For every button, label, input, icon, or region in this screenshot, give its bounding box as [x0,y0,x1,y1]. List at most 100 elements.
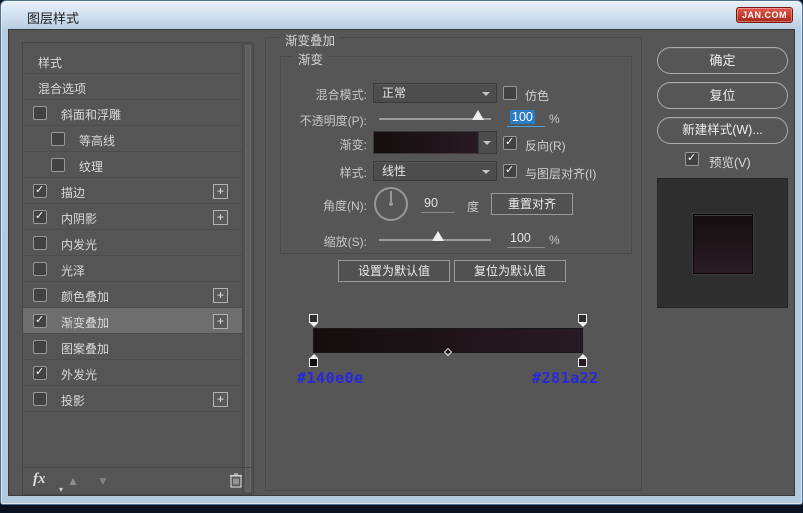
add-effect-plus-button[interactable]: + [213,392,228,407]
add-effect-plus-button[interactable]: + [213,184,228,199]
make-default-button[interactable]: 设置为默认值 [338,260,450,282]
check-icon: ✓ [35,183,44,196]
slider-thumb[interactable] [472,110,484,120]
checkbox-unchecked[interactable] [51,132,65,146]
gradient-dropdown-arrow[interactable] [478,132,496,153]
gradient-preview-bar[interactable] [313,328,583,353]
sidebar-item-inner-glow[interactable]: 内发光 [23,230,253,256]
sidebar-item-satin[interactable]: 光泽 [23,256,253,282]
add-effect-plus-button[interactable]: + [213,288,228,303]
sidebar-item-color-overlay[interactable]: 颜色叠加 + [23,282,253,308]
sidebar-item-drop-shadow[interactable]: 投影 + [23,386,253,412]
opacity-row: 不透明度(P): 100 % [281,110,631,130]
blend-mode-label: 混合模式: [281,86,367,103]
scale-value-field[interactable]: 100 [507,231,545,248]
opacity-value-field[interactable]: 100 [507,110,545,127]
gradient-label: 渐变: [281,136,367,153]
scale-row: 缩放(S): 100 % [281,231,631,251]
checkbox-checked[interactable]: ✓ [33,314,47,328]
gradient-row: 渐变: ✓ 反向(R) [281,131,631,157]
checkbox-unchecked[interactable] [33,236,47,250]
checkbox-unchecked[interactable] [33,288,47,302]
cancel-button[interactable]: 复位 [657,82,788,109]
sidebar-item-blending-options[interactable]: 混合选项 [23,74,253,100]
checkbox-unchecked[interactable] [33,340,47,354]
screenshot-root: 图层样式 JAN.COM 样式 混合选项 斜面和浮雕 [0,0,803,513]
sidebar-item-label: 颜色叠加 [61,288,109,305]
blend-mode-row: 混合模式: 正常 仿色 [281,83,631,105]
gradient-swatch[interactable] [374,132,478,153]
color-stop-right[interactable] [577,354,588,367]
sidebar-item-label: 投影 [61,392,85,409]
dialog-title: 图层样式 [27,8,79,27]
checkbox-unchecked[interactable] [33,106,47,120]
scale-unit: % [549,233,560,247]
dither-checkbox[interactable] [503,86,517,100]
gradient-midpoint-marker[interactable] [444,348,452,356]
angle-label: 角度(N): [281,197,367,214]
align-with-layer-checkbox[interactable]: ✓ [503,164,517,178]
section-title: 渐变叠加 [280,30,340,49]
sidebar-item-bevel-emboss[interactable]: 斜面和浮雕 [23,100,253,126]
style-preview-swatch [693,214,753,274]
checkbox-unchecked[interactable] [51,158,65,172]
title-bar[interactable]: 图层样式 JAN.COM [1,1,802,29]
gradient-picker[interactable] [373,131,497,154]
sidebar-item-outer-glow[interactable]: ✓ 外发光 [23,360,253,386]
styles-list: 样式 混合选项 斜面和浮雕 等高线 纹理 [23,43,253,467]
check-icon: ✓ [505,163,514,176]
sidebar-item-texture[interactable]: 纹理 [23,152,253,178]
gradient-start-hex: #140e0e [297,369,364,387]
angle-dial[interactable] [374,187,408,221]
opacity-stop-left[interactable] [308,314,319,327]
checkbox-unchecked[interactable] [33,262,47,276]
delete-effect-button[interactable] [229,472,243,493]
style-value: 线性 [382,164,406,178]
check-icon: ✓ [505,135,514,148]
reverse-checkbox[interactable]: ✓ [503,136,517,150]
trash-icon [229,472,243,488]
sidebar-item-stroke[interactable]: ✓ 描边 + [23,178,253,204]
scale-value: 100 [510,231,531,245]
reset-default-button[interactable]: 复位为默认值 [454,260,566,282]
move-effect-down-button[interactable]: ▼ [97,474,109,488]
sidebar-item-contour[interactable]: 等高线 [23,126,253,152]
sidebar-item-styles[interactable]: 样式 [23,48,253,74]
ok-button[interactable]: 确定 [657,47,788,74]
add-effect-plus-button[interactable]: + [213,314,228,329]
checkbox-checked[interactable]: ✓ [33,366,47,380]
watermark-badge: JAN.COM [736,7,793,23]
checkbox-unchecked[interactable] [33,392,47,406]
sidebar-item-label: 图案叠加 [61,340,109,357]
sidebar-item-label: 光泽 [61,262,85,279]
opacity-value: 100 [510,110,535,124]
fx-menu-button[interactable]: fx▾ [33,471,46,488]
sidebar-item-gradient-overlay[interactable]: ✓ 渐变叠加 + [23,308,253,334]
add-effect-plus-button[interactable]: + [213,210,228,225]
slider-thumb[interactable] [432,231,444,241]
move-effect-up-button[interactable]: ▲ [67,474,79,488]
style-select[interactable]: 线性 [373,161,497,181]
scrollbar-thumb[interactable] [245,45,251,492]
caret-down-icon: ▾ [59,484,63,494]
opacity-stop-right[interactable] [577,314,588,327]
color-stop-left[interactable] [308,354,319,367]
dither-label: 仿色 [525,87,549,104]
new-style-button[interactable]: 新建样式(W)... [657,117,788,144]
chevron-down-icon [482,170,490,174]
opacity-unit: % [549,112,560,126]
checkbox-checked[interactable]: ✓ [33,184,47,198]
sidebar-item-label: 纹理 [79,158,103,175]
preview-label: 预览(V) [709,152,751,171]
angle-value-field[interactable]: 90 [421,196,455,213]
checkbox-checked[interactable]: ✓ [33,210,47,224]
blend-mode-select[interactable]: 正常 [373,83,497,103]
sidebar-item-pattern-overlay[interactable]: 图案叠加 [23,334,253,360]
sidebar-item-inner-shadow[interactable]: ✓ 内阴影 + [23,204,253,230]
gradient-end-hex: #281a22 [532,369,599,387]
reset-alignment-button[interactable]: 重置对齐 [491,193,573,215]
sidebar-scrollbar[interactable] [242,43,253,494]
opacity-slider[interactable] [379,110,491,124]
preview-checkbox[interactable]: ✓ [685,152,699,166]
scale-slider[interactable] [379,231,491,245]
